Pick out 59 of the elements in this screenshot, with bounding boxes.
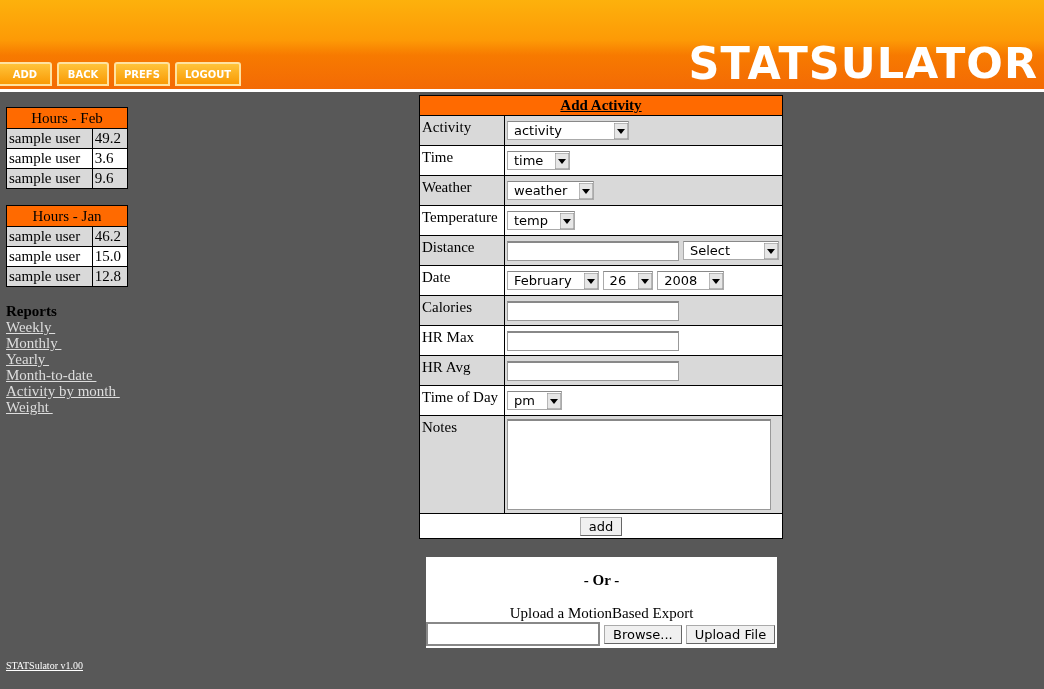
input-field[interactable] — [507, 240, 679, 261]
dropdown[interactable]: temp — [507, 211, 575, 230]
reports-heading: Reports — [6, 303, 57, 319]
field-label: HR Avg — [419, 355, 505, 386]
field-label: Date — [419, 265, 505, 296]
table-cell: sample user — [6, 168, 93, 189]
dropdown[interactable]: 26 — [602, 271, 654, 290]
table-cell: sample user — [6, 266, 93, 287]
caret-icon — [614, 122, 628, 139]
version-link[interactable]: STATSulator v1.00 — [6, 660, 416, 671]
input-field[interactable] — [507, 360, 679, 381]
caret-icon — [764, 242, 778, 259]
table-cell: sample user — [6, 148, 93, 169]
table-cell: sample user — [6, 128, 93, 149]
dropdown[interactable]: weather — [507, 181, 595, 200]
table-cell: sample user — [6, 226, 93, 247]
upload-label: Upload a MotionBased Export — [509, 605, 694, 622]
logo-text: ULATOR — [840, 38, 1038, 88]
browse-button[interactable]: Browse... — [604, 624, 682, 644]
dropdown[interactable]: February — [507, 271, 599, 290]
field-label: Time of Day — [419, 385, 505, 416]
notes-field[interactable] — [507, 419, 771, 510]
field-label: Activity — [419, 115, 505, 146]
report-link[interactable]: Weekly — [6, 319, 56, 335]
input-field[interactable] — [507, 330, 679, 351]
input-field[interactable] — [507, 300, 679, 321]
logo-text: STATS — [688, 36, 841, 90]
field-label: Notes — [419, 415, 505, 514]
field-label: Weather — [419, 175, 505, 206]
caret-icon — [560, 212, 574, 229]
report-link[interactable]: Monthly — [6, 335, 62, 351]
report-link[interactable]: Month-to-date — [6, 367, 97, 383]
report-link[interactable]: Activity by month — [6, 383, 120, 399]
dropdown[interactable]: pm — [507, 391, 562, 410]
report-link[interactable]: Yearly — [6, 351, 50, 367]
table-cell: sample user — [6, 246, 93, 267]
file-field[interactable] — [426, 622, 600, 646]
divider-text: - Or - — [583, 572, 620, 589]
table-header: Hours - Feb — [6, 107, 128, 129]
form-title: Add Activity — [419, 95, 783, 116]
dropdown[interactable]: Select — [683, 241, 779, 260]
caret-icon — [709, 272, 724, 289]
field-label: Temperature — [419, 205, 505, 236]
dropdown[interactable]: 2008 — [657, 271, 725, 290]
field-label: Calories — [419, 295, 505, 326]
table-header: Hours - Jan — [6, 205, 128, 227]
caret-icon — [638, 272, 653, 289]
field-label: Distance — [419, 235, 505, 266]
caret-icon — [546, 392, 561, 409]
field-label: Time — [419, 145, 505, 176]
report-link[interactable]: Weight — [6, 399, 53, 415]
caret-icon — [583, 272, 598, 289]
dropdown[interactable]: time — [507, 151, 571, 170]
caret-icon — [579, 182, 594, 199]
add-button[interactable]: add — [579, 516, 623, 536]
upload-button[interactable]: Upload File — [685, 624, 776, 644]
caret-icon — [555, 152, 570, 169]
dropdown[interactable]: activity — [507, 121, 629, 140]
field-label: HR Max — [419, 325, 505, 356]
